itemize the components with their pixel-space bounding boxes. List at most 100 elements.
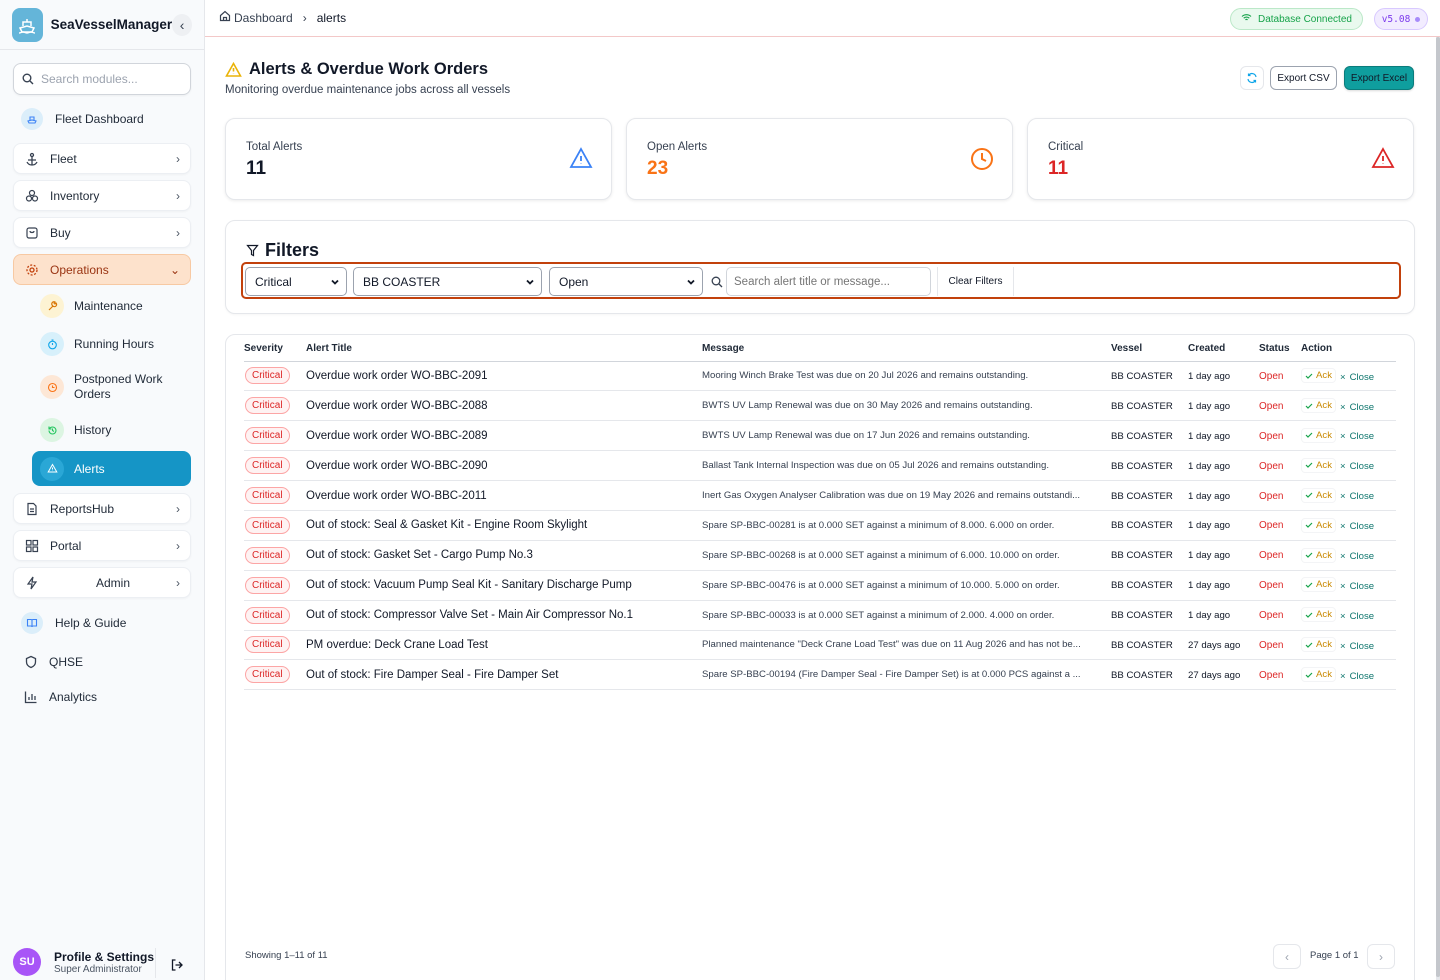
- filter-icon: [246, 244, 259, 257]
- module-search[interactable]: [13, 63, 191, 95]
- table-row[interactable]: Critical Out of stock: Vacuum Pump Seal K…: [244, 570, 1396, 601]
- nav-maintenance[interactable]: Maintenance: [32, 289, 191, 323]
- ack-label: Ack: [1316, 549, 1332, 561]
- export-csv-button[interactable]: Export CSV: [1270, 66, 1337, 90]
- refresh-button[interactable]: [1240, 66, 1264, 90]
- nav-operations[interactable]: Operations ⌄: [13, 254, 191, 285]
- ack-button[interactable]: Ack: [1301, 577, 1336, 593]
- table-row[interactable]: Critical Out of stock: Compressor Valve S…: [244, 600, 1396, 631]
- alert-title[interactable]: Out of stock: Fire Damper Seal - Fire Da…: [306, 669, 558, 681]
- col-alert-title[interactable]: Alert Title: [306, 335, 702, 362]
- table-row[interactable]: Critical Overdue work order WO-BBC-2091 Mo…: [244, 361, 1396, 392]
- col-vessel[interactable]: Vessel: [1111, 335, 1188, 362]
- nav-qhse[interactable]: QHSE: [13, 646, 191, 677]
- col-severity[interactable]: Severity: [244, 335, 306, 362]
- alert-search-field[interactable]: [726, 267, 931, 296]
- close-button[interactable]: × Close: [1338, 610, 1376, 623]
- alert-title[interactable]: Overdue work order WO-BBC-2091: [306, 370, 488, 382]
- ack-button[interactable]: Ack: [1301, 487, 1336, 503]
- alert-title[interactable]: Out of stock: Seal & Gasket Kit - Engine…: [306, 519, 587, 531]
- nav-help-guide[interactable]: Help & Guide: [13, 607, 191, 639]
- module-search-input[interactable]: [41, 72, 181, 86]
- table-row[interactable]: Critical Overdue work order WO-BBC-2089 BW…: [244, 420, 1396, 452]
- ack-button[interactable]: Ack: [1301, 667, 1336, 683]
- alert-title[interactable]: Out of stock: Vacuum Pump Seal Kit - San…: [306, 579, 632, 591]
- table-row[interactable]: Critical Overdue work order WO-BBC-2011 In…: [244, 480, 1396, 511]
- export-excel-button[interactable]: Export Excel: [1344, 66, 1414, 90]
- ack-button[interactable]: Ack: [1301, 637, 1336, 653]
- alert-title[interactable]: Overdue work order WO-BBC-2011: [306, 490, 487, 502]
- scrollbar-thumb[interactable]: [1436, 37, 1440, 977]
- alert-title[interactable]: Overdue work order WO-BBC-2090: [306, 460, 488, 472]
- nav-history[interactable]: History: [32, 413, 191, 447]
- nav-postponed-work-orders[interactable]: Postponed Work Orders: [32, 368, 191, 406]
- alert-search-input[interactable]: [734, 275, 929, 288]
- profile-settings[interactable]: SU Profile & Settings Super Administrato…: [13, 943, 193, 980]
- col-status[interactable]: Status: [1259, 335, 1301, 362]
- severity-badge: Critical: [245, 636, 290, 654]
- status-text: Open: [1259, 550, 1284, 562]
- home-icon[interactable]: [219, 9, 231, 27]
- nav-portal[interactable]: Portal ›: [13, 530, 191, 561]
- close-button[interactable]: × Close: [1338, 430, 1376, 443]
- shield-icon: [23, 654, 39, 670]
- nav-buy[interactable]: Buy ›: [13, 217, 191, 248]
- ack-button[interactable]: Ack: [1301, 457, 1336, 473]
- chevron-left-icon[interactable]: ‹: [172, 13, 192, 36]
- clear-filters-button[interactable]: Clear Filters: [937, 267, 1014, 296]
- prev-page-button[interactable]: ‹: [1273, 944, 1301, 969]
- ack-label: Ack: [1316, 489, 1332, 501]
- nav-alerts[interactable]: Alerts: [32, 451, 191, 486]
- table-row[interactable]: Critical Overdue work order WO-BBC-2090 Ba…: [244, 450, 1396, 482]
- vessel-select-value: BB COASTER: [363, 274, 441, 289]
- close-button[interactable]: × Close: [1338, 580, 1376, 593]
- close-button[interactable]: × Close: [1338, 640, 1376, 653]
- close-button[interactable]: × Close: [1338, 371, 1376, 384]
- nav-label: ReportsHub: [50, 501, 115, 516]
- severity-select[interactable]: Critical: [245, 267, 347, 296]
- col-created[interactable]: Created: [1188, 335, 1259, 362]
- alert-title[interactable]: Out of stock: Compressor Valve Set - Mai…: [306, 609, 633, 621]
- nav-inventory[interactable]: Inventory ›: [13, 180, 191, 211]
- ack-button[interactable]: Ack: [1301, 517, 1336, 533]
- close-button[interactable]: × Close: [1338, 550, 1376, 563]
- close-button[interactable]: × Close: [1338, 520, 1376, 533]
- nav-fleet-dashboard[interactable]: Fleet Dashboard: [13, 103, 191, 135]
- status-cell: Open: [1259, 600, 1301, 631]
- created-time: 1 day ago: [1188, 430, 1231, 442]
- close-label: Close: [1349, 551, 1375, 563]
- nav-admin[interactable]: Admin ›: [13, 567, 191, 598]
- close-button[interactable]: × Close: [1338, 460, 1376, 473]
- alert-title[interactable]: PM overdue: Deck Crane Load Test: [306, 639, 488, 651]
- nav-fleet[interactable]: Fleet ›: [13, 143, 191, 174]
- alert-title[interactable]: Out of stock: Gasket Set - Cargo Pump No…: [306, 549, 533, 561]
- alert-title[interactable]: Overdue work order WO-BBC-2089: [306, 430, 488, 442]
- close-button[interactable]: × Close: [1338, 401, 1376, 414]
- col-message[interactable]: Message: [702, 335, 1111, 362]
- breadcrumb-dashboard[interactable]: Dashboard: [234, 11, 293, 25]
- table-row[interactable]: Critical PM overdue: Deck Crane Load Test…: [244, 630, 1396, 661]
- next-page-button[interactable]: ›: [1367, 944, 1395, 969]
- ack-button[interactable]: Ack: [1301, 607, 1336, 623]
- ack-button[interactable]: Ack: [1301, 547, 1336, 563]
- table-row[interactable]: Critical Out of stock: Seal & Gasket Kit …: [244, 510, 1396, 541]
- vessel-name: BB COASTER: [1111, 430, 1173, 442]
- ack-button[interactable]: Ack: [1301, 427, 1336, 443]
- nav-running-hours[interactable]: Running Hours: [32, 327, 191, 361]
- nav-analytics[interactable]: Analytics: [13, 681, 191, 712]
- ack-button[interactable]: Ack: [1301, 398, 1336, 414]
- logout-icon[interactable]: [170, 958, 184, 977]
- close-icon: ×: [1340, 401, 1346, 413]
- close-button[interactable]: × Close: [1338, 490, 1376, 503]
- scrollbar[interactable]: [1436, 37, 1440, 980]
- close-button[interactable]: × Close: [1338, 670, 1376, 683]
- nav-reportshub[interactable]: ReportsHub ›: [13, 493, 191, 524]
- table-row[interactable]: Critical Overdue work order WO-BBC-2088 BW…: [244, 390, 1396, 422]
- message-cell: Spare SP-BBC-00476 is at 0.000 SET again…: [702, 570, 1111, 601]
- table-row[interactable]: Critical Out of stock: Fire Damper Seal -…: [244, 659, 1396, 691]
- alert-title[interactable]: Overdue work order WO-BBC-2088: [306, 400, 488, 412]
- status-select[interactable]: Open: [549, 267, 703, 296]
- vessel-select[interactable]: BB COASTER: [353, 267, 542, 296]
- table-row[interactable]: Critical Out of stock: Gasket Set - Cargo…: [244, 540, 1396, 571]
- ack-button[interactable]: Ack: [1301, 368, 1336, 384]
